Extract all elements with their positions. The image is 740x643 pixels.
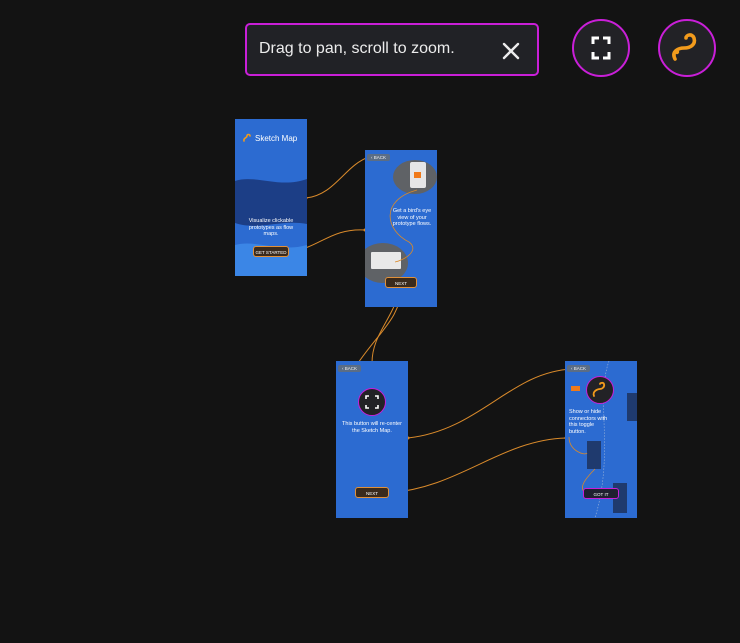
artboard-toggle-connectors[interactable]: ‹ BACK Show or hide connectors with this… <box>565 361 637 518</box>
get-started-button[interactable]: GET STARTED <box>253 246 289 257</box>
artboard-sketch-map-intro[interactable]: Sketch Map Visualize clickable prototype… <box>235 119 307 276</box>
toggle-preview-icon <box>586 376 614 404</box>
back-button[interactable]: ‹ BACK <box>367 154 391 161</box>
connector-line <box>407 368 573 439</box>
back-button[interactable]: ‹ BACK <box>338 365 362 372</box>
fullscreen-corners-icon <box>591 36 611 60</box>
hint-text: Drag to pan, scroll to zoom. <box>259 40 455 57</box>
toggle-connectors-button[interactable] <box>658 19 716 77</box>
board-body-text: Get a bird's eye view of your prototype … <box>392 208 432 227</box>
next-button[interactable]: NEXT <box>385 277 417 288</box>
artboard-birds-eye[interactable]: ‹ BACK Get a bird's eye view of your pro… <box>365 150 437 307</box>
connector-line <box>387 437 567 494</box>
next-button[interactable]: NEXT <box>355 487 389 498</box>
squiggle-connector-icon <box>672 33 697 61</box>
logo-squiggle-icon <box>243 133 251 142</box>
board-body-text: This button will re-center the Sketch Ma… <box>342 421 402 434</box>
got-it-button[interactable]: GOT IT <box>583 488 619 499</box>
board-title: Sketch Map <box>255 134 298 143</box>
back-button[interactable]: ‹ BACK <box>567 365 591 372</box>
close-icon[interactable] <box>499 39 523 63</box>
flow-connectors <box>288 156 573 494</box>
connector-line <box>305 156 370 199</box>
pan-zoom-hint-toast: Drag to pan, scroll to zoom. <box>245 23 539 76</box>
board-body-text: Visualize clickable prototypes as flow m… <box>248 218 294 237</box>
recenter-button[interactable] <box>572 19 630 77</box>
board-body-text: Show or hide connectors with this toggle… <box>569 409 608 435</box>
artboard-recenter[interactable]: ‹ BACK This button will re-center the Sk… <box>336 361 408 518</box>
recenter-preview-icon <box>358 388 386 416</box>
